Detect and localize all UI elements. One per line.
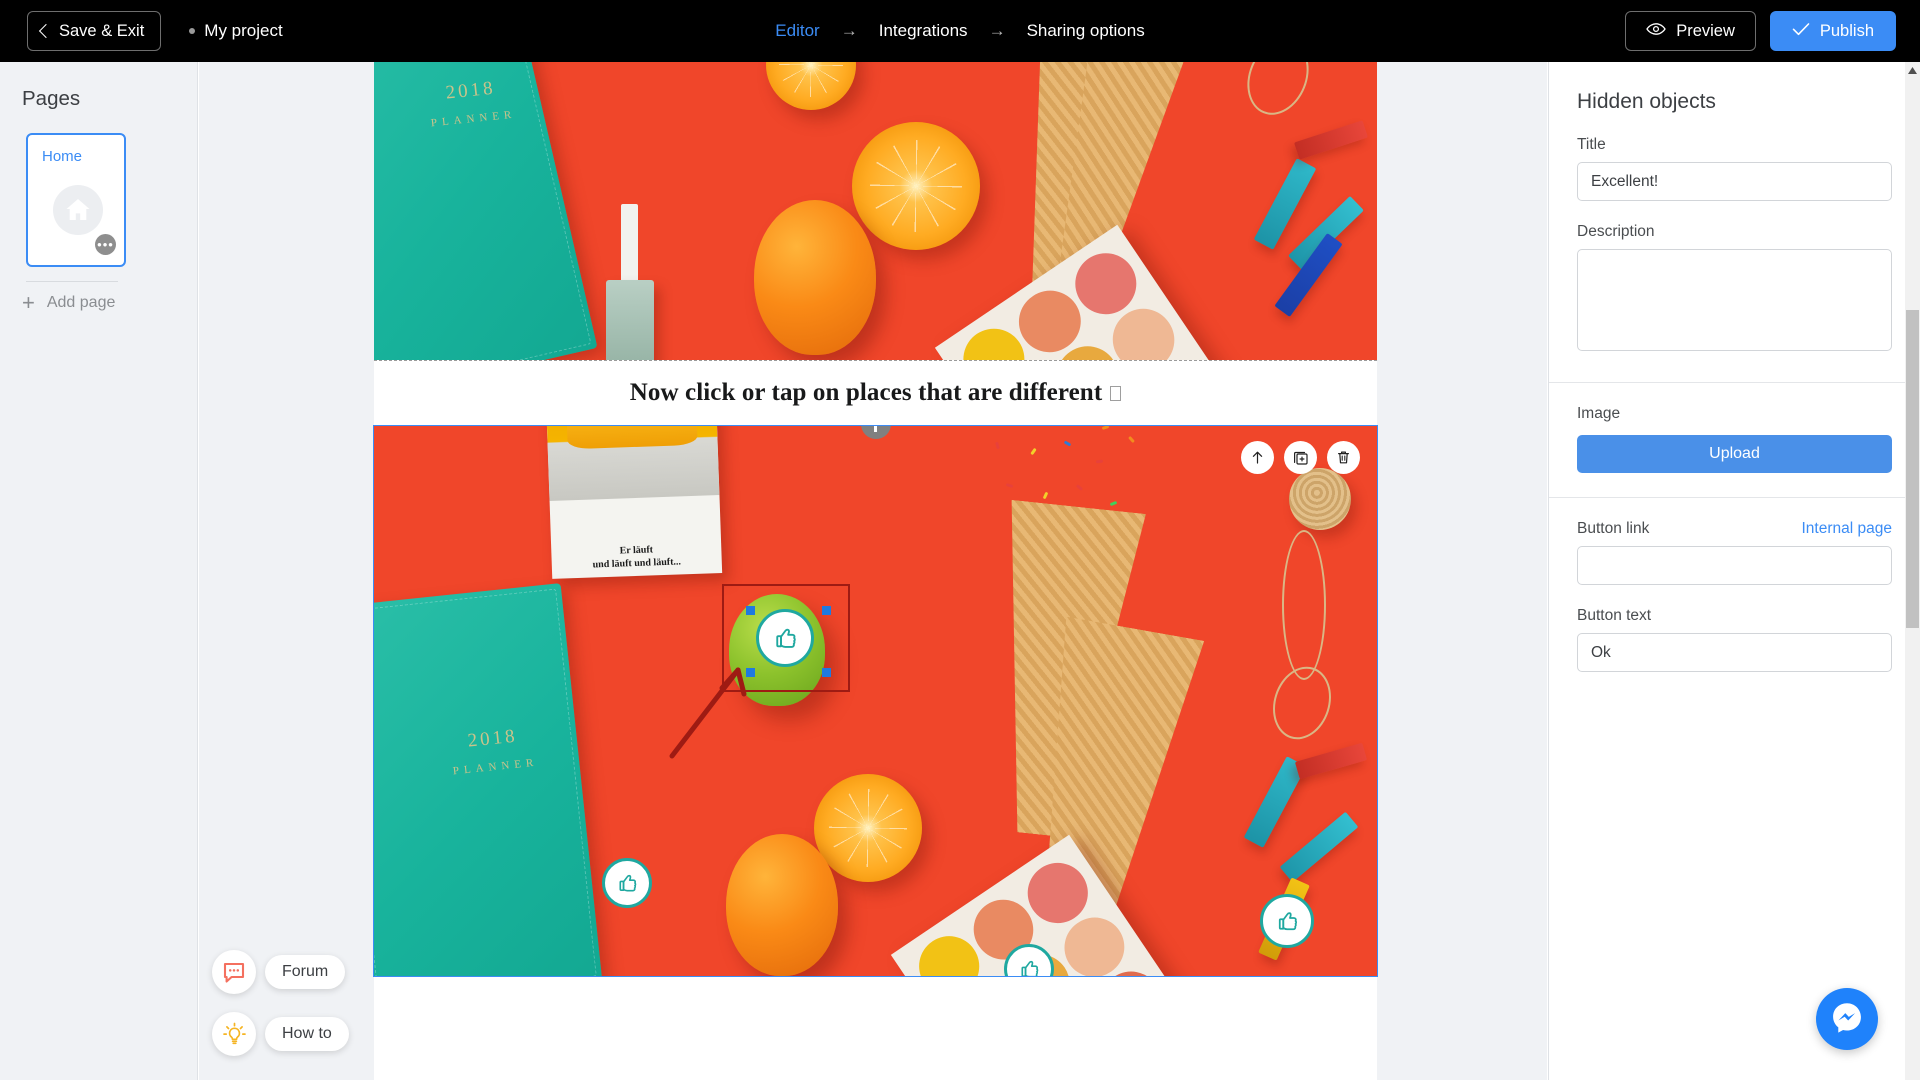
status-dot-icon bbox=[189, 28, 196, 34]
breadcrumb-item-integrations[interactable]: Integrations bbox=[879, 21, 968, 41]
top-toolbar: Save & Exit My project Editor → Integrat… bbox=[0, 0, 1920, 62]
description-field-label: Description bbox=[1577, 223, 1655, 240]
move-up-icon[interactable] bbox=[1241, 441, 1274, 474]
panel-title: Hidden objects bbox=[1577, 90, 1716, 113]
resize-handle-top-left[interactable] bbox=[746, 606, 755, 615]
page-card-label: Home bbox=[42, 148, 83, 165]
plus-icon: + bbox=[22, 290, 35, 315]
scroll-up-arrow-icon[interactable] bbox=[1905, 62, 1920, 78]
panel-section-content: Title Description bbox=[1549, 136, 1920, 356]
button-text-label: Button text bbox=[1577, 607, 1652, 624]
planner-sub-label: PLANNER bbox=[430, 108, 517, 130]
properties-panel: Hidden objects Title Description Image U… bbox=[1548, 62, 1920, 1080]
home-icon bbox=[53, 185, 103, 235]
forum-widget[interactable]: Forum bbox=[212, 950, 349, 994]
planner-sub-label: PLANNER bbox=[452, 756, 539, 778]
project-name-label: My project bbox=[204, 21, 283, 40]
button-link-row: Button link Internal page bbox=[1577, 520, 1892, 538]
sidebar-divider bbox=[26, 281, 118, 282]
page-options-button[interactable]: ••• bbox=[95, 234, 116, 255]
topbar-actions: Preview Publish bbox=[1625, 11, 1896, 51]
lightbulb-icon bbox=[212, 1012, 256, 1056]
planner-year-label: 2018 bbox=[444, 77, 497, 104]
breadcrumb-item-editor[interactable]: Editor bbox=[775, 21, 819, 41]
vertical-scrollbar[interactable] bbox=[1905, 62, 1920, 1080]
image-block-top[interactable]: 2018 PLANNER bbox=[374, 62, 1377, 360]
chat-bubble-icon bbox=[212, 950, 256, 994]
hidden-object-marker[interactable] bbox=[602, 858, 652, 908]
hidden-object-marker[interactable] bbox=[1260, 894, 1314, 948]
panel-divider bbox=[1549, 497, 1920, 498]
preview-button[interactable]: Preview bbox=[1625, 11, 1756, 51]
scrollbar-thumb[interactable] bbox=[1906, 310, 1919, 628]
heading-text: Now click or tap on places that are diff… bbox=[629, 379, 1103, 406]
postcard: Er läuft und läuft und läuft... bbox=[545, 426, 723, 579]
save-and-exit-button[interactable]: Save & Exit bbox=[27, 11, 162, 51]
panel-section-image: Image Upload bbox=[1549, 405, 1920, 473]
add-page-button[interactable]: + Add page bbox=[22, 290, 197, 315]
pages-sidebar: Pages Home ••• + Add page bbox=[0, 62, 198, 1080]
resize-handle-bottom-left[interactable] bbox=[746, 668, 755, 677]
flat-lay-photo-bottom: Er läuft und läuft und läuft... 2018 PLA… bbox=[374, 426, 1377, 976]
canvas-area[interactable]: 2018 PLANNER Now click or tap on places … bbox=[199, 62, 1547, 1080]
duplicate-icon[interactable] bbox=[1284, 441, 1317, 474]
delete-icon[interactable] bbox=[1327, 441, 1360, 474]
breadcrumb-arrow-icon: → bbox=[840, 21, 858, 40]
button-link-input[interactable] bbox=[1577, 546, 1892, 585]
page-sheet: 2018 PLANNER Now click or tap on places … bbox=[373, 62, 1378, 1080]
add-page-label: Add page bbox=[46, 294, 116, 311]
publish-button[interactable]: Publish bbox=[1769, 11, 1896, 51]
breadcrumb: Editor → Integrations → Sharing options bbox=[775, 21, 1144, 41]
postcard-text: Er läuft und läuft und läuft... bbox=[592, 544, 682, 570]
breadcrumb-arrow-icon: → bbox=[988, 21, 1006, 40]
chevron-left-icon bbox=[38, 25, 50, 37]
block-toolbar bbox=[1241, 441, 1360, 474]
image-block-bottom[interactable]: Er läuft und läuft und läuft... 2018 PLA… bbox=[373, 425, 1378, 977]
breadcrumb-item-sharing-options[interactable]: Sharing options bbox=[1027, 21, 1145, 41]
missing-glyph-icon bbox=[1110, 386, 1122, 401]
planner-year-label: 2018 bbox=[466, 725, 519, 752]
resize-handle-top-right[interactable] bbox=[822, 606, 831, 615]
howto-widget[interactable]: How to bbox=[212, 1012, 349, 1056]
help-widgets: Forum How to bbox=[212, 932, 349, 1056]
eye-icon bbox=[1646, 22, 1666, 41]
page-card-home[interactable]: Home ••• bbox=[26, 133, 126, 267]
upload-button[interactable]: Upload bbox=[1577, 435, 1892, 473]
forum-label[interactable]: Forum bbox=[265, 955, 346, 989]
image-field-label: Image bbox=[1577, 405, 1621, 422]
project-name[interactable]: My project bbox=[189, 21, 283, 41]
save-and-exit-label: Save & Exit bbox=[59, 21, 145, 40]
howto-label[interactable]: How to bbox=[265, 1017, 349, 1051]
flat-lay-photo-top: 2018 PLANNER bbox=[374, 62, 1377, 360]
messenger-button[interactable] bbox=[1816, 988, 1878, 1050]
internal-page-link[interactable]: Internal page bbox=[1802, 520, 1893, 538]
title-field-label: Title bbox=[1577, 136, 1606, 153]
publish-label: Publish bbox=[1819, 21, 1874, 40]
messenger-icon bbox=[1830, 1000, 1864, 1039]
text-block-heading[interactable]: Now click or tap on places that are diff… bbox=[374, 360, 1377, 426]
check-icon bbox=[1792, 22, 1810, 41]
title-input[interactable] bbox=[1577, 162, 1892, 201]
button-text-input[interactable] bbox=[1577, 633, 1892, 672]
description-textarea[interactable] bbox=[1577, 249, 1892, 351]
preview-label: Preview bbox=[1676, 21, 1735, 40]
panel-section-button: Button link Internal page Button text bbox=[1549, 520, 1920, 672]
heading-text-wrapper: Now click or tap on places that are diff… bbox=[630, 379, 1122, 407]
pages-title: Pages bbox=[22, 87, 81, 110]
button-link-label: Button link bbox=[1577, 520, 1650, 537]
resize-handle-bottom-right[interactable] bbox=[822, 668, 831, 677]
panel-divider bbox=[1549, 382, 1920, 383]
